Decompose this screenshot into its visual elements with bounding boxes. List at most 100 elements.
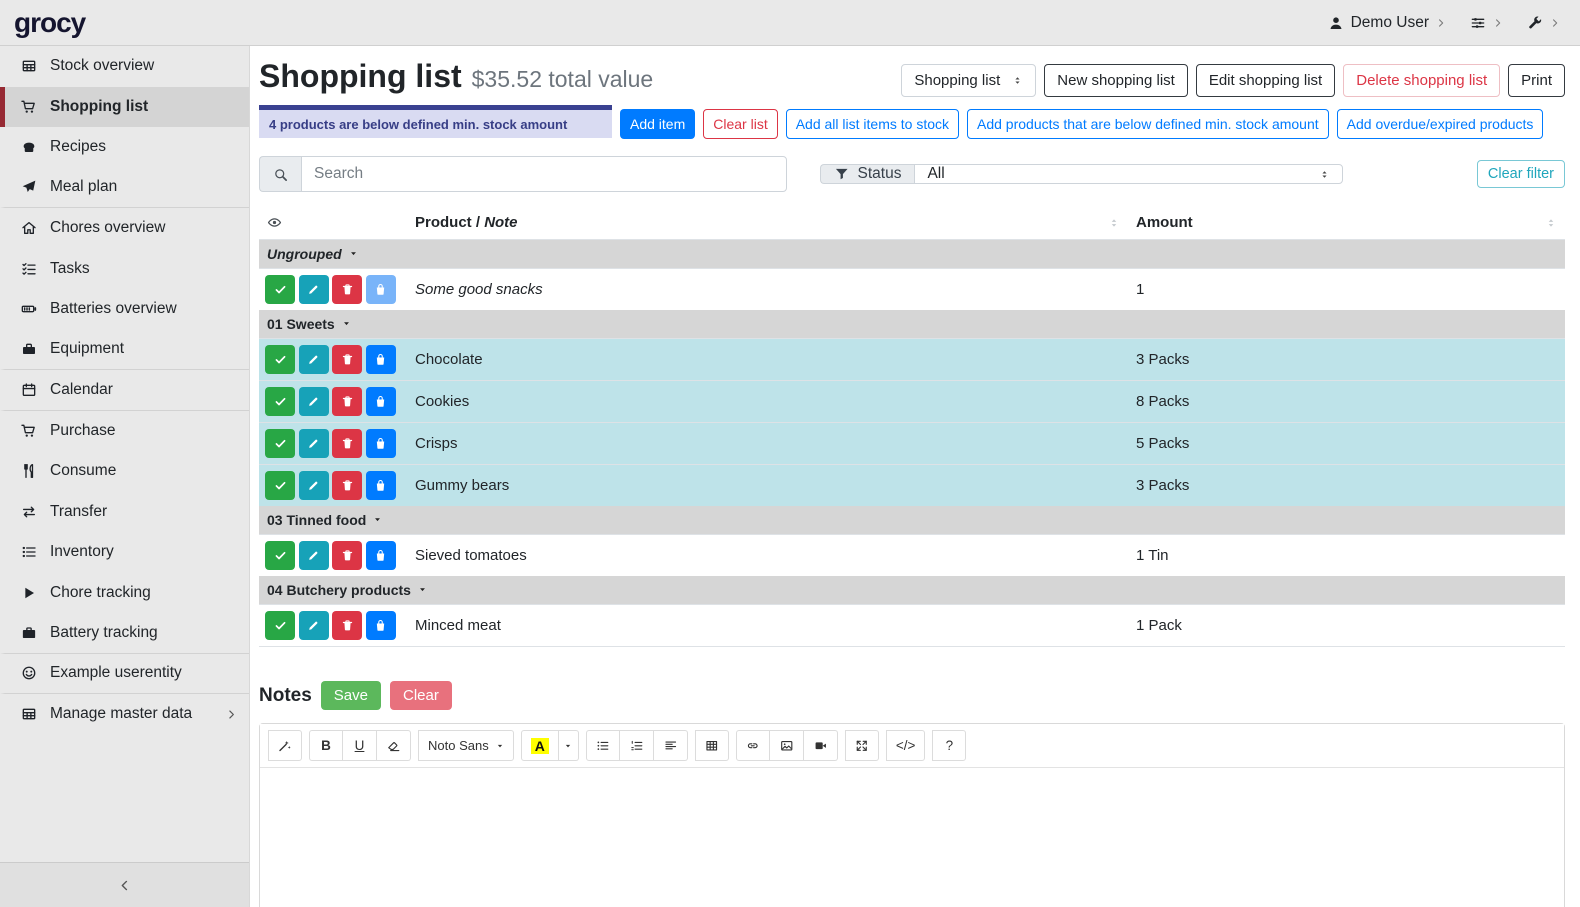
delete-item-button[interactable] bbox=[332, 541, 362, 570]
sidebar-item-manage-master-data[interactable]: Manage master data bbox=[0, 694, 249, 735]
edit-item-button[interactable] bbox=[299, 471, 329, 500]
add-item-button[interactable]: Add item bbox=[620, 109, 695, 139]
clear-formatting-button[interactable] bbox=[377, 730, 411, 761]
insert-video-button[interactable] bbox=[804, 730, 838, 761]
group-row-01-sweets[interactable]: 01 Sweets bbox=[259, 310, 1565, 339]
edit-shopping-list-button[interactable]: Edit shopping list bbox=[1196, 64, 1335, 97]
add-all-to-stock-button[interactable]: Add all list items to stock bbox=[786, 109, 959, 139]
user-menu[interactable]: Demo User bbox=[1328, 14, 1446, 32]
sidebar-item-stock-overview[interactable]: Stock overview bbox=[0, 46, 249, 87]
add-to-stock-button[interactable] bbox=[366, 429, 396, 458]
sidebar-item-inventory[interactable]: Inventory bbox=[0, 532, 249, 573]
edit-item-button[interactable] bbox=[299, 345, 329, 374]
clear-filter-button[interactable]: Clear filter bbox=[1477, 160, 1565, 188]
topbar: grocy Demo User bbox=[0, 0, 1580, 46]
sidebar-item-calendar[interactable]: Calendar bbox=[0, 370, 249, 411]
delete-item-button[interactable] bbox=[332, 275, 362, 304]
edit-item-button[interactable] bbox=[299, 429, 329, 458]
amount-cell: 1 Pack bbox=[1128, 605, 1565, 647]
fullscreen-button[interactable] bbox=[845, 730, 879, 761]
delete-shopping-list-button[interactable]: Delete shopping list bbox=[1343, 64, 1500, 97]
mark-done-button[interactable] bbox=[265, 611, 295, 640]
delete-item-button[interactable] bbox=[332, 611, 362, 640]
group-row-ungrouped[interactable]: Ungrouped bbox=[259, 240, 1565, 269]
text-color-button[interactable]: A bbox=[521, 730, 559, 761]
delete-item-button[interactable] bbox=[332, 471, 362, 500]
clear-notes-button[interactable]: Clear bbox=[390, 681, 452, 710]
mark-done-button[interactable] bbox=[265, 429, 295, 458]
delete-item-button[interactable] bbox=[332, 429, 362, 458]
sort-icon bbox=[1545, 217, 1557, 229]
help-button[interactable]: ? bbox=[932, 730, 966, 761]
sidebar-item-recipes[interactable]: Recipes bbox=[0, 127, 249, 168]
shopping-list-selector[interactable]: Shopping list bbox=[901, 64, 1036, 97]
code-view-button[interactable]: </> bbox=[886, 730, 926, 761]
topbar-menus: Demo User bbox=[1328, 14, 1560, 32]
edit-item-button[interactable] bbox=[299, 541, 329, 570]
new-shopping-list-button[interactable]: New shopping list bbox=[1044, 64, 1188, 97]
sidebar-item-chores-overview[interactable]: Chores overview bbox=[0, 208, 249, 249]
group-row-03-tinned-food[interactable]: 03 Tinned food bbox=[259, 506, 1565, 535]
insert-picture-button[interactable] bbox=[770, 730, 804, 761]
search-input[interactable] bbox=[301, 156, 787, 192]
sidebar-item-meal-plan[interactable]: Meal plan bbox=[0, 168, 249, 209]
group-row-04-butchery-products[interactable]: 04 Butchery products bbox=[259, 576, 1565, 605]
font-family-select[interactable]: Noto Sans bbox=[418, 730, 514, 761]
mark-done-button[interactable] bbox=[265, 387, 295, 416]
cart-icon bbox=[19, 423, 39, 439]
mark-done-button[interactable] bbox=[265, 345, 295, 374]
sidebar-item-transfer[interactable]: Transfer bbox=[0, 492, 249, 533]
edit-item-button[interactable] bbox=[299, 387, 329, 416]
add-to-stock-button[interactable] bbox=[366, 345, 396, 374]
sidebar-item-equipment[interactable]: Equipment bbox=[0, 330, 249, 371]
add-overdue-button[interactable]: Add overdue/expired products bbox=[1337, 109, 1544, 139]
product-cell: Minced meat bbox=[407, 605, 1128, 647]
insert-table-button[interactable] bbox=[695, 730, 729, 761]
sidebar-item-example-userentity[interactable]: Example userentity bbox=[0, 654, 249, 695]
sidebar-item-battery-tracking[interactable]: Battery tracking bbox=[0, 613, 249, 654]
sidebar-item-chore-tracking[interactable]: Chore tracking bbox=[0, 573, 249, 614]
product-column-header[interactable]: Product / Note bbox=[407, 206, 1128, 240]
chevron-right-icon bbox=[1550, 18, 1560, 28]
unordered-list-button[interactable] bbox=[586, 730, 620, 761]
sidebar-item-purchase[interactable]: Purchase bbox=[0, 411, 249, 452]
mark-done-button[interactable] bbox=[265, 471, 295, 500]
notes-editor-body[interactable] bbox=[260, 768, 1564, 907]
add-to-stock-button[interactable] bbox=[366, 611, 396, 640]
delete-item-button[interactable] bbox=[332, 387, 362, 416]
visibility-column-header[interactable] bbox=[259, 206, 407, 240]
add-to-stock-button[interactable] bbox=[366, 541, 396, 570]
mark-done-button[interactable] bbox=[265, 541, 295, 570]
add-below-min-button[interactable]: Add products that are below defined min.… bbox=[967, 109, 1329, 139]
ordered-list-button[interactable] bbox=[620, 730, 654, 761]
delete-item-button[interactable] bbox=[332, 345, 362, 374]
admin-menu[interactable] bbox=[1527, 15, 1560, 31]
add-to-stock-button[interactable] bbox=[366, 471, 396, 500]
text-color-dropdown[interactable] bbox=[559, 730, 579, 761]
add-to-stock-button[interactable] bbox=[366, 275, 396, 304]
sidebar-item-consume[interactable]: Consume bbox=[0, 451, 249, 492]
clear-list-button[interactable]: Clear list bbox=[703, 109, 777, 139]
insert-link-button[interactable] bbox=[736, 730, 770, 761]
edit-item-button[interactable] bbox=[299, 275, 329, 304]
paragraph-align-button[interactable] bbox=[654, 730, 688, 761]
mark-done-button[interactable] bbox=[265, 275, 295, 304]
sidebar-item-batteries-overview[interactable]: Batteries overview bbox=[0, 289, 249, 330]
bag-icon bbox=[374, 395, 387, 408]
amount-column-header[interactable]: Amount bbox=[1128, 206, 1565, 240]
sidebar-item-shopping-list[interactable]: Shopping list bbox=[0, 87, 249, 128]
magic-style-button[interactable] bbox=[268, 730, 302, 761]
status-select[interactable]: All bbox=[914, 164, 1343, 184]
save-notes-button[interactable]: Save bbox=[321, 681, 381, 710]
sidebar-collapse-button[interactable] bbox=[0, 862, 249, 907]
add-to-stock-button[interactable] bbox=[366, 387, 396, 416]
sidebar-item-tasks[interactable]: Tasks bbox=[0, 249, 249, 290]
settings-menu[interactable] bbox=[1470, 15, 1503, 31]
list-check-icon bbox=[19, 261, 39, 277]
sidebar-item-label: Manage master data bbox=[50, 705, 215, 723]
underline-button[interactable]: U bbox=[343, 730, 377, 761]
edit-item-button[interactable] bbox=[299, 611, 329, 640]
bold-button[interactable]: B bbox=[309, 730, 343, 761]
print-button[interactable]: Print bbox=[1508, 64, 1565, 97]
grocy-logo[interactable]: grocy bbox=[14, 7, 85, 39]
